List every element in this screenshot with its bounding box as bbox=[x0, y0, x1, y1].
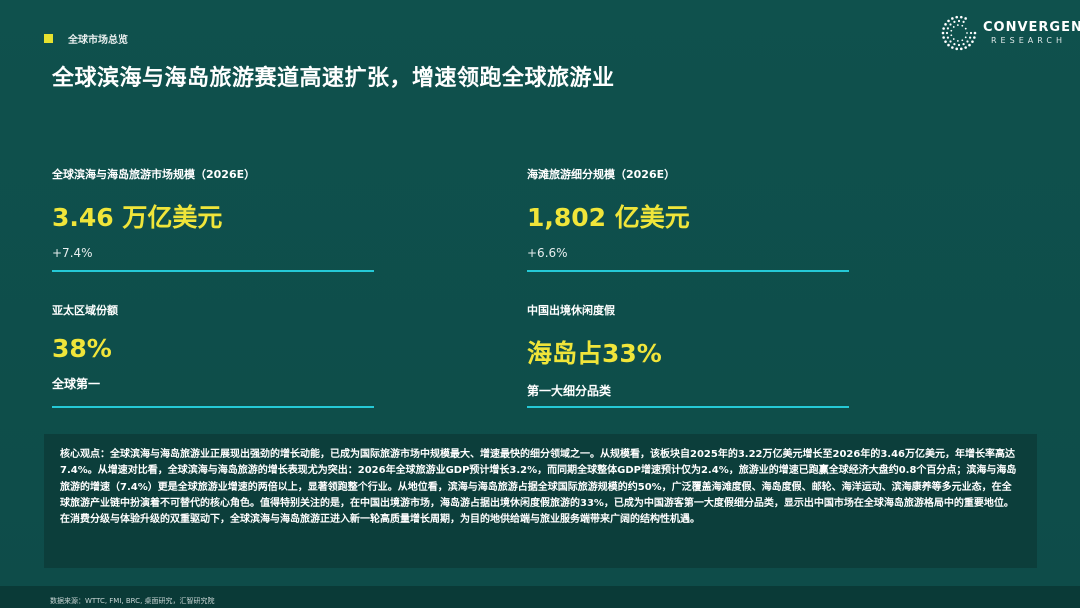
dotted-circle-logo-icon bbox=[941, 15, 977, 51]
section-marker-icon bbox=[44, 34, 53, 43]
logo-sub: RESEARCH bbox=[991, 36, 1066, 45]
insight-body: 全球滨海与海岛旅游业正展现出强劲的增长动能，已成为国际旅游市场中规模最大、增速最… bbox=[60, 449, 1017, 526]
metric-divider bbox=[527, 270, 849, 272]
metric-divider bbox=[52, 406, 374, 408]
metric-beach-segment: 海滩旅游细分规模（2026E） 1,802 亿美元 +6.6% bbox=[527, 166, 849, 272]
metric-note: 第一大细分品类 bbox=[527, 384, 612, 398]
data-source: 数据来源：WTTC, FMI, BRC, 桌面研究，汇智研究院 bbox=[50, 597, 215, 605]
insight-heading: 核心观点： bbox=[60, 449, 110, 460]
metric-value: 海岛占33% bbox=[527, 339, 662, 368]
metric-label: 全球滨海与海岛旅游市场规模（2026E） bbox=[52, 168, 256, 181]
metric-market-size: 全球滨海与海岛旅游市场规模（2026E） 3.46 万亿美元 +7.4% bbox=[52, 166, 374, 272]
metric-divider bbox=[527, 406, 849, 408]
metric-growth: +6.6% bbox=[527, 246, 568, 260]
brand-logo: CONVERGENT RESEARCH bbox=[941, 15, 1080, 51]
metric-value: 3.46 万亿美元 bbox=[52, 203, 223, 232]
section-tag: 全球市场总览 bbox=[44, 31, 128, 46]
core-insight-box: 核心观点：全球滨海与海岛旅游业正展现出强劲的增长动能，已成为国际旅游市场中规模最… bbox=[44, 434, 1037, 568]
metric-value: 38% bbox=[52, 334, 112, 363]
metric-note: 全球第一 bbox=[52, 377, 101, 391]
metric-label: 海滩旅游细分规模（2026E） bbox=[527, 168, 676, 181]
metric-label: 中国出境休闲度假 bbox=[527, 304, 615, 317]
slide: 全球市场总览 全球滨海与海岛旅游赛道高速扩张，增速领跑全球旅游业 CONVERG… bbox=[0, 0, 1080, 608]
logo-name: CONVERGENT bbox=[983, 20, 1080, 35]
metric-china-outbound: 中国出境休闲度假 海岛占33% 第一大细分品类 bbox=[527, 302, 849, 408]
metric-growth: +7.4% bbox=[52, 246, 93, 260]
metric-value: 1,802 亿美元 bbox=[527, 203, 690, 232]
metric-label: 亚太区域份额 bbox=[52, 304, 118, 317]
section-tag-text: 全球市场总览 bbox=[68, 35, 128, 46]
metric-apac-share: 亚太区域份额 38% 全球第一 bbox=[52, 302, 374, 408]
metric-divider bbox=[52, 270, 374, 272]
page-title: 全球滨海与海岛旅游赛道高速扩张，增速领跑全球旅游业 bbox=[52, 66, 615, 91]
